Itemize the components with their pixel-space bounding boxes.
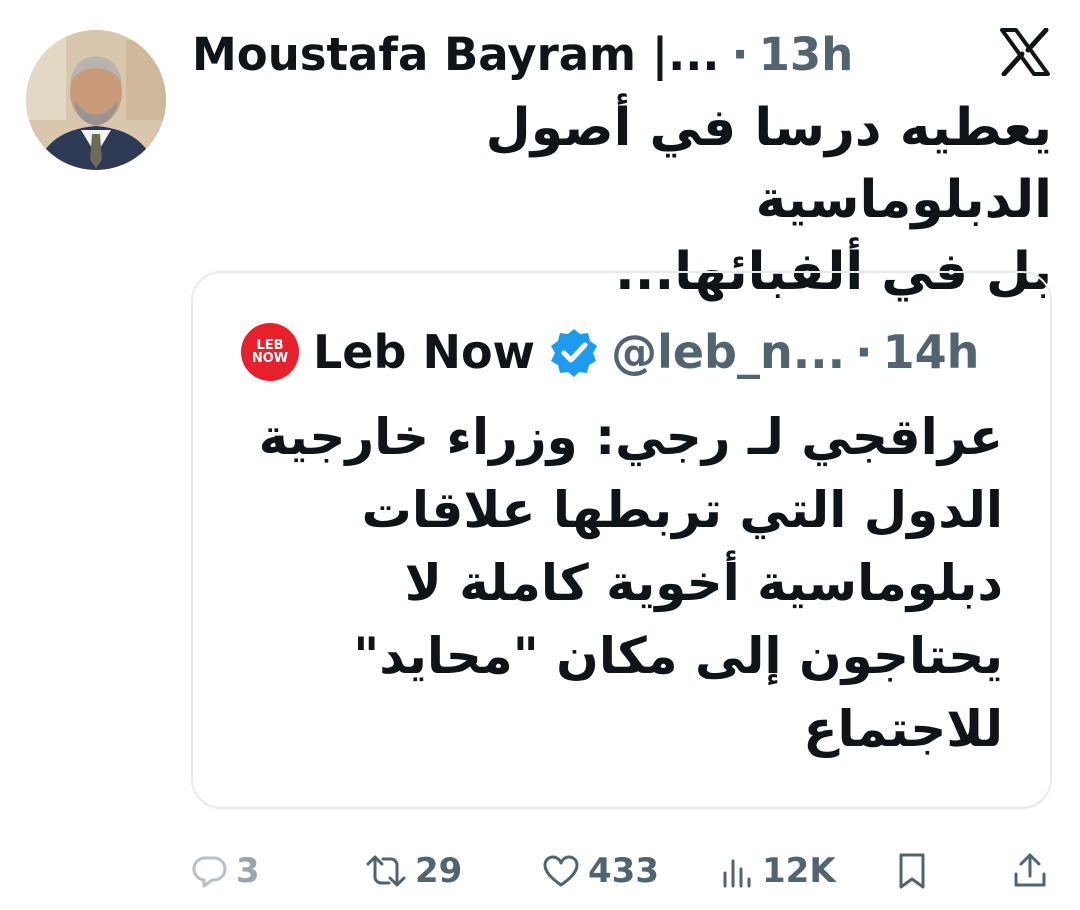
- quoted-text-line: الدول التي تربطها علاقات: [361, 481, 1003, 539]
- view-count: 12K: [762, 851, 836, 891]
- author-avatar[interactable]: [26, 30, 166, 170]
- tweet-time[interactable]: 13h: [759, 28, 854, 81]
- like-icon: [543, 855, 579, 887]
- leb-now-logo-text-bottom: NOW: [251, 351, 289, 366]
- views-icon: [723, 859, 751, 888]
- retweet-button[interactable]: 29: [365, 840, 462, 902]
- retweet-icon: [366, 855, 406, 887]
- quoted-text-line: للاجتماع: [803, 700, 1003, 758]
- share-icon: [1014, 853, 1046, 887]
- share-button[interactable]: [1012, 840, 1048, 902]
- quoted-text-line: دبلوماسية أخوية كاملة لا: [404, 554, 1003, 612]
- like-button[interactable]: 433: [542, 840, 659, 902]
- avatar-photo: [26, 30, 166, 170]
- reply-icon: [192, 856, 227, 888]
- quoted-text-line: عراقجي لـ رجي: وزراء خارجية: [258, 408, 1003, 466]
- quoted-tweet-time[interactable]: 14h: [883, 325, 980, 379]
- quoted-tweet-text: عراقجي لـ رجي: وزراء خارجية الدول التي ت…: [233, 401, 1003, 766]
- bookmark-button[interactable]: [895, 840, 929, 902]
- tweet-actions-bar: 3 29 433 12K: [0, 840, 1080, 902]
- leb-now-logo[interactable]: LEB NOW: [241, 323, 299, 381]
- quoted-author-name[interactable]: Leb Now: [313, 325, 535, 379]
- views-button[interactable]: 12K: [720, 840, 836, 902]
- quoted-tweet-card[interactable]: LEB NOW Leb Now @leb_n... · 14h عراقجي ل…: [191, 271, 1052, 809]
- retweet-count: 29: [415, 851, 463, 891]
- tweet-text-line: يعطيه درسا في أصول الدبلوماسية: [485, 98, 1052, 230]
- verified-badge-icon: [551, 329, 598, 377]
- author-name[interactable]: Moustafa Bayram |...: [192, 28, 719, 81]
- separator-dot: ·: [731, 27, 749, 81]
- tweet-header: Moustafa Bayram |... · 13h: [192, 22, 892, 86]
- bookmark-icon: [899, 853, 925, 889]
- quoted-author-handle[interactable]: @leb_n...: [611, 325, 845, 379]
- quoted-text-line: يحتاجون إلى مكان "محايد": [353, 627, 1003, 685]
- separator-dot: ·: [855, 325, 873, 379]
- quoted-tweet-header: LEB NOW Leb Now @leb_n... · 14h: [241, 323, 979, 381]
- x-logo-icon[interactable]: [1000, 28, 1050, 76]
- reply-count: 3: [236, 851, 260, 891]
- reply-button[interactable]: 3: [192, 840, 260, 902]
- like-count: 433: [588, 851, 659, 891]
